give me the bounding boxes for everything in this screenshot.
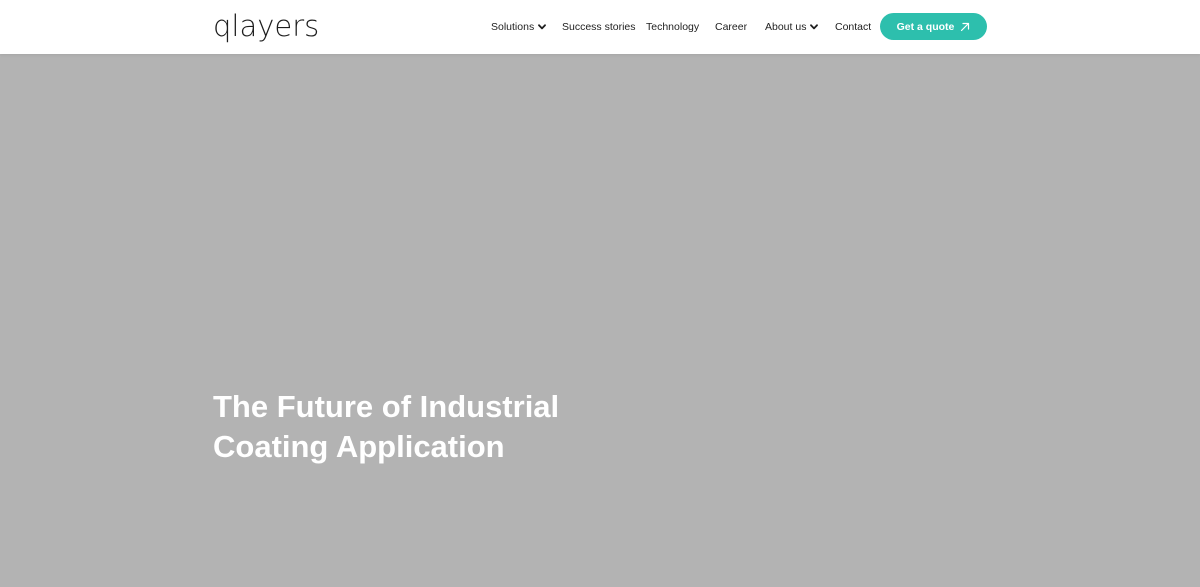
- nav-item-success-stories[interactable]: Success stories: [562, 21, 646, 33]
- nav-item-label: Career: [715, 21, 748, 33]
- nav-item-label: Solutions: [491, 21, 535, 33]
- hero-title-line-2: Coating Application: [213, 429, 505, 464]
- hero-section: The Future of Industrial Coating Applica…: [0, 54, 1200, 587]
- nav-item-career[interactable]: Career: [715, 21, 765, 33]
- nav-item-label: Contact: [835, 21, 872, 33]
- site-header: qlayers Solutions Success stories Techno…: [0, 0, 1200, 54]
- nav-item-label: Success stories: [562, 21, 636, 33]
- page: qlayers Solutions Success stories Techno…: [0, 0, 1200, 587]
- get-a-quote-button[interactable]: Get a quote: [880, 13, 987, 40]
- nav-item-label: About us: [765, 21, 807, 33]
- chevron-down-icon: [538, 24, 547, 30]
- arrow-up-right-icon: [960, 22, 970, 32]
- nav-item-label: Technology: [646, 21, 700, 33]
- nav-item-contact[interactable]: Contact: [835, 21, 880, 33]
- chevron-down-icon: [810, 24, 819, 30]
- cta-label: Get a quote: [896, 20, 955, 33]
- hero-title: The Future of Industrial Coating Applica…: [213, 387, 613, 467]
- main-nav: Solutions Success stories Technology Car…: [491, 0, 880, 54]
- nav-item-technology[interactable]: Technology: [646, 21, 715, 33]
- nav-item-about-us[interactable]: About us: [765, 21, 835, 33]
- nav-item-solutions[interactable]: Solutions: [491, 21, 562, 33]
- hero-title-line-1: The Future of Industrial: [213, 389, 560, 424]
- brand-logo[interactable]: qlayers: [213, 9, 319, 43]
